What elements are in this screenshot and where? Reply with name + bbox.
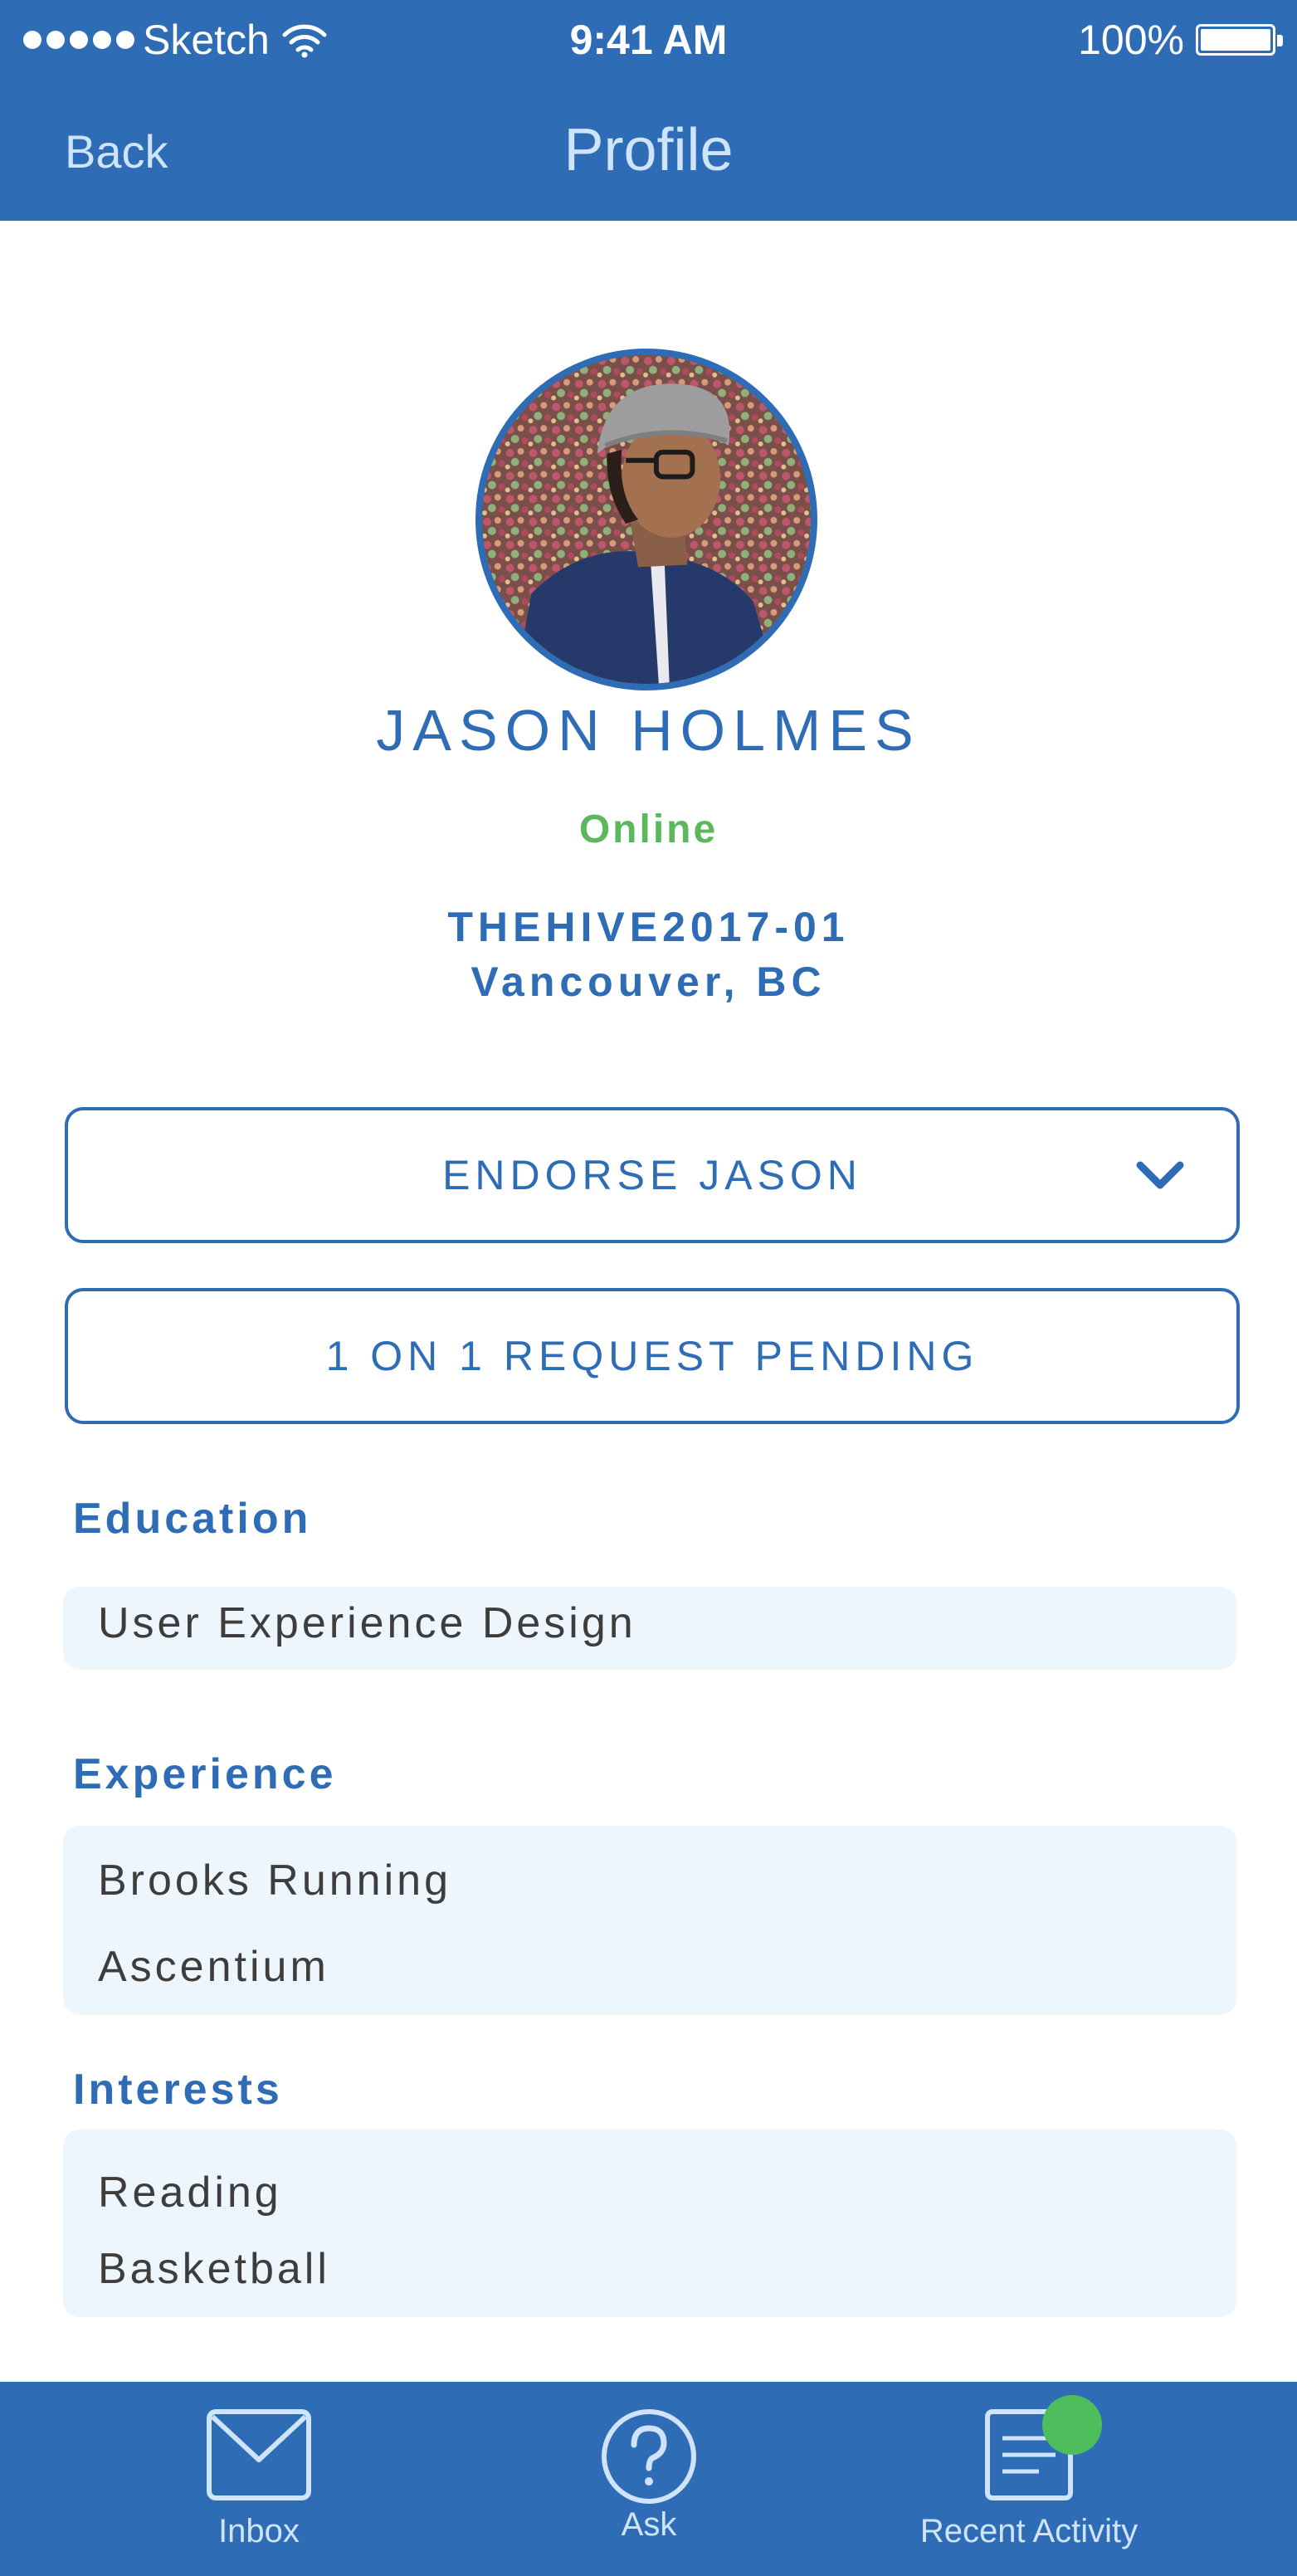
- education-card: User Experience Design: [63, 1587, 1236, 1670]
- tab-inbox[interactable]: Inbox: [134, 2382, 383, 2576]
- tab-ask-label: Ask: [621, 2506, 677, 2543]
- tab-recent-activity[interactable]: Recent Activity: [904, 2382, 1153, 2576]
- education-heading: Education: [73, 1495, 312, 1543]
- experience-item: Brooks Running: [98, 1856, 451, 1905]
- interest-item: Reading: [98, 2169, 282, 2217]
- envelope-icon: [207, 2409, 311, 2500]
- profile-screen: Sketch 9:41 AM 100% Back Profile JASON H…: [0, 0, 1297, 2576]
- tab-bar: Inbox Ask Recent Activity: [0, 2382, 1297, 2576]
- interests-heading: Interests: [73, 2066, 283, 2114]
- online-status: Online: [578, 807, 719, 851]
- battery-fill: [1201, 29, 1270, 51]
- request-pending-button[interactable]: 1 ON 1 REQUEST PENDING: [65, 1288, 1240, 1424]
- chevron-down-icon: [1136, 1161, 1184, 1189]
- battery-percent: 100%: [1078, 17, 1184, 63]
- tab-inbox-label: Inbox: [218, 2513, 300, 2549]
- endorse-button-label: ENDORSE JASON: [442, 1152, 862, 1198]
- notification-badge: [1042, 2395, 1102, 2455]
- cohort-label: THEHIVE2017-01: [447, 904, 850, 950]
- page-title: Profile: [563, 117, 734, 183]
- avatar: [475, 349, 817, 690]
- experience-item: Ascentium: [98, 1943, 329, 1991]
- tab-ask[interactable]: Ask: [524, 2382, 773, 2576]
- avatar-photo: [482, 355, 811, 684]
- question-icon: [602, 2409, 696, 2504]
- request-pending-label: 1 ON 1 REQUEST PENDING: [325, 1333, 979, 1379]
- endorse-button[interactable]: ENDORSE JASON: [65, 1107, 1240, 1243]
- profile-name: JASON HOLMES: [376, 698, 921, 763]
- tab-recent-activity-label: Recent Activity: [919, 2513, 1139, 2549]
- status-right: 100%: [1078, 10, 1283, 70]
- interest-item: Basketball: [98, 2245, 330, 2293]
- education-item: User Experience Design: [98, 1599, 636, 1647]
- experience-heading: Experience: [73, 1750, 337, 1798]
- location-label: Vancouver, BC: [471, 959, 826, 1005]
- interests-card: Reading Basketball: [63, 2130, 1236, 2317]
- experience-card: Brooks Running Ascentium: [63, 1826, 1236, 2015]
- top-bar: Sketch 9:41 AM 100% Back Profile: [0, 0, 1297, 221]
- battery-icon: [1196, 24, 1283, 56]
